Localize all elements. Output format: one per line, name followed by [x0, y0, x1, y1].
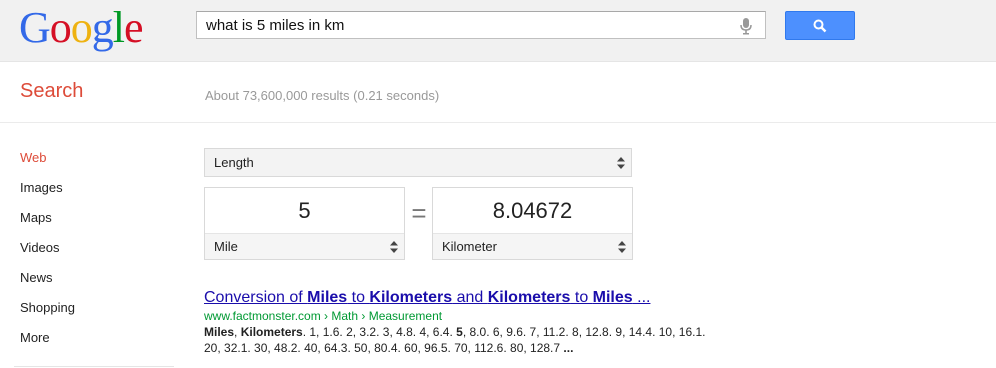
snippet-keyword: ... [563, 341, 574, 355]
title-text: and [452, 289, 488, 306]
search-button[interactable] [785, 11, 855, 40]
title-keyword: Kilometers [369, 289, 453, 306]
title-text: to [347, 289, 370, 306]
logo-letter: o [49, 3, 72, 52]
title-keyword: Miles [592, 289, 633, 306]
title-text: to [570, 289, 593, 306]
result-stats: About 73,600,000 results (0.21 seconds) [205, 88, 440, 103]
logo-letter: e [124, 3, 144, 52]
from-converter: Mile [204, 187, 405, 260]
to-unit-select[interactable]: Kilometer [433, 233, 632, 259]
snippet-text: , [234, 325, 241, 339]
header-bar: Google [0, 0, 996, 62]
nav-divider [14, 366, 174, 367]
unit-type-select[interactable]: Length [204, 148, 632, 177]
up-down-arrows-icon [390, 241, 398, 253]
snippet-keyword: Kilometers [240, 325, 303, 339]
search-result: Conversion of Miles to Kilometers and Ki… [204, 289, 724, 356]
nav-item-videos[interactable]: Videos [20, 240, 75, 270]
logo-letter: o [70, 3, 93, 52]
nav-item-shopping[interactable]: Shopping [20, 300, 75, 330]
up-down-arrows-icon [617, 157, 625, 169]
equals-sign: = [411, 198, 427, 228]
from-unit-select[interactable]: Mile [205, 233, 404, 259]
snippet-text: . 1, 1.6. 2, 3.2. 3, 4.8. 4, 6.4. [302, 325, 457, 339]
result-title-link[interactable]: Conversion of Miles to Kilometers and Ki… [204, 289, 724, 307]
logo-letter: g [91, 3, 114, 52]
google-logo[interactable]: Google [19, 3, 144, 52]
from-unit-label: Mile [214, 239, 238, 254]
search-input[interactable] [206, 16, 726, 34]
logo-letter: G [19, 3, 51, 52]
snippet-keyword: 5 [456, 325, 463, 339]
nav-item-news[interactable]: News [20, 270, 75, 300]
title-text: Conversion of [204, 289, 308, 306]
title-keyword: Kilometers [487, 289, 571, 306]
nav-item-web[interactable]: Web [20, 150, 75, 180]
to-converter: Kilometer [432, 187, 633, 260]
nav-item-images[interactable]: Images [20, 180, 75, 210]
up-down-arrows-icon [618, 241, 626, 253]
snippet-keyword: Miles [204, 325, 235, 339]
result-url: www.factmonster.com › Math › Measurement [204, 309, 443, 323]
result-snippet: Miles, Kilometers. 1, 1.6. 2, 3.2. 3, 4.… [204, 324, 724, 356]
to-unit-label: Kilometer [442, 239, 497, 254]
search-box[interactable] [196, 11, 766, 39]
title-text: ... [632, 289, 651, 306]
subheader: Search About 73,600,000 results (0.21 se… [0, 62, 996, 123]
unit-type-label: Length [214, 155, 254, 170]
logo-letter: l [112, 3, 125, 52]
magnifier-icon [813, 19, 827, 33]
nav-item-more[interactable]: More [20, 330, 75, 360]
search-title: Search [20, 80, 84, 102]
left-nav: Web Images Maps Videos News Shopping Mor… [20, 150, 75, 360]
to-value-input[interactable] [433, 188, 632, 233]
title-keyword: Miles [307, 289, 348, 306]
from-value-input[interactable] [205, 188, 404, 233]
microphone-icon[interactable] [739, 17, 753, 35]
nav-item-maps[interactable]: Maps [20, 210, 75, 240]
